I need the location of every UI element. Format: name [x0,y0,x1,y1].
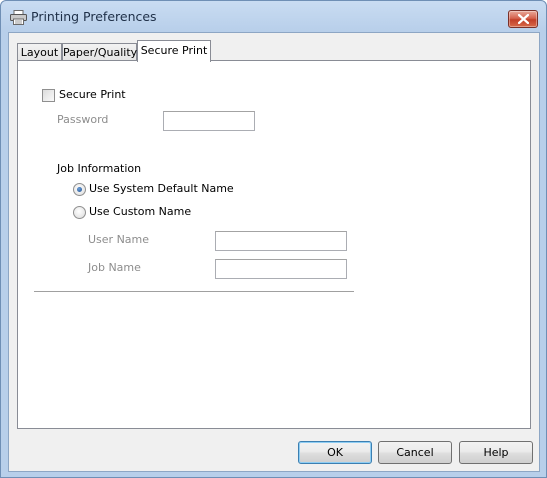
tab-secure-print[interactable]: Secure Print [137,40,211,62]
use-custom-name-label[interactable]: Use Custom Name [89,205,191,218]
user-name-field[interactable] [215,231,347,251]
title-bar[interactable]: Printing Preferences [1,1,546,32]
user-name-label: User Name [88,233,150,246]
use-system-default-name-radio[interactable] [73,183,86,196]
secure-print-checkbox[interactable] [42,89,55,102]
printer-icon [10,10,27,25]
close-button[interactable] [508,10,538,28]
close-icon [518,14,529,24]
job-information-heading: Job Information [57,162,142,175]
ok-button[interactable]: OK [298,441,372,464]
job-name-label: Job Name [88,261,141,274]
help-button[interactable]: Help [459,441,533,464]
window-title: Printing Preferences [31,9,157,24]
dialog-client-area: Layout Paper/Quality Secure Print Secure… [8,32,540,472]
cancel-button[interactable]: Cancel [378,441,452,464]
password-label: Password [57,113,109,126]
use-custom-name-radio[interactable] [73,206,86,219]
job-name-field[interactable] [215,259,347,279]
secure-print-label[interactable]: Secure Print [59,88,126,101]
password-field[interactable] [163,111,255,131]
secure-print-panel: Secure Print Password Job Information Us… [17,60,531,429]
use-system-default-name-label[interactable]: Use System Default Name [89,182,234,195]
printing-preferences-window: Printing Preferences Layout Paper/Qualit… [0,0,547,478]
separator-line [34,291,354,293]
